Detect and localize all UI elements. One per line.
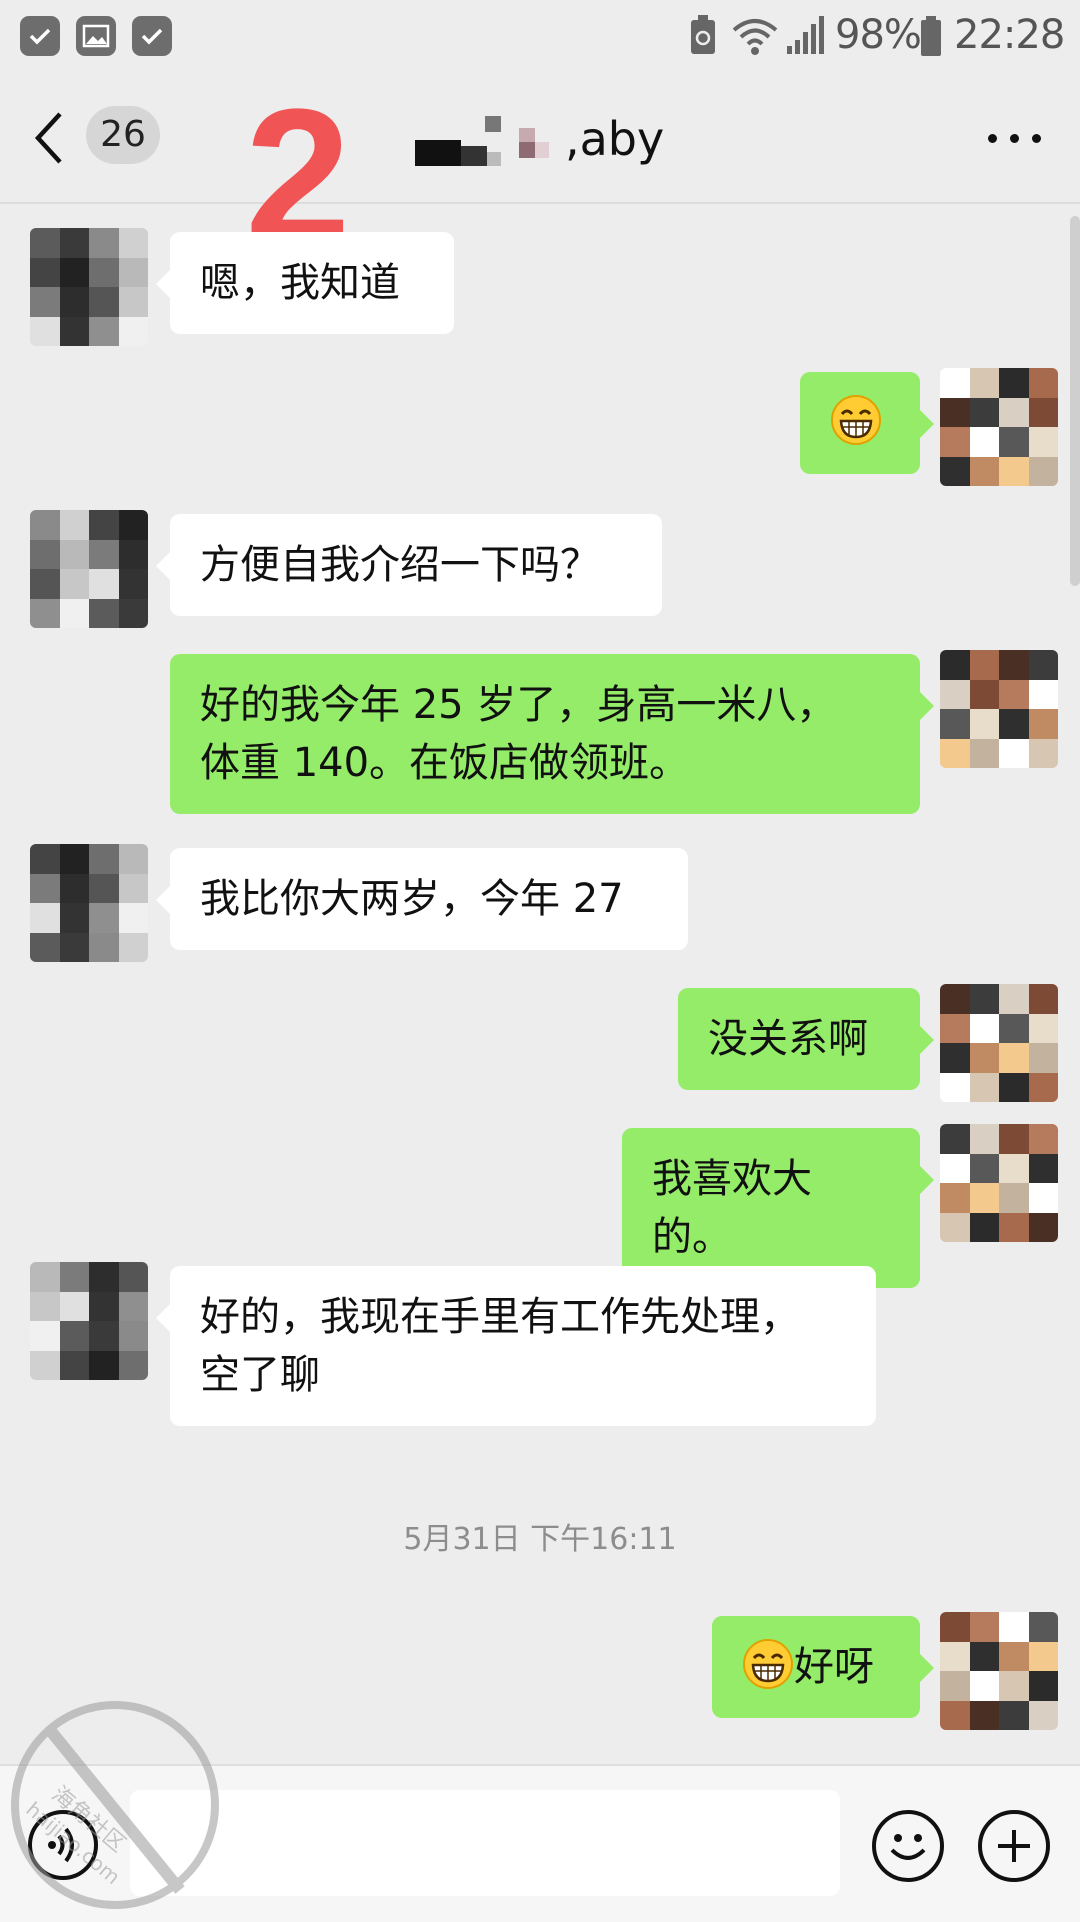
- unread-count-badge: 26: [86, 106, 160, 164]
- more-dot: [1032, 134, 1041, 143]
- outgoing-message-bubble[interactable]: 没关系啊: [678, 988, 934, 1090]
- redaction-mosaic: [519, 128, 535, 142]
- contact-avatar[interactable]: [30, 228, 148, 346]
- message-input[interactable]: [130, 1790, 840, 1896]
- message-text: 好的我今年 25 岁了，身高一米八， 体重 140。在饭店做领班。: [200, 682, 837, 786]
- signal-icon: [785, 14, 825, 62]
- battery-icon: [920, 14, 942, 62]
- redaction-mosaic: [535, 142, 549, 158]
- message-text: 嗯，我知道: [200, 260, 400, 306]
- outgoing-message-bubble[interactable]: [800, 372, 934, 474]
- chat-header: 26 2 ,aby: [0, 78, 1080, 271]
- more-dots-icon: [988, 134, 997, 143]
- incoming-message-bubble[interactable]: 好的，我现在手里有工作先处理， 空了聊: [156, 1266, 876, 1426]
- message-text: 我比你大两岁，今年 27: [200, 876, 624, 922]
- my-avatar[interactable]: [940, 984, 1058, 1102]
- redaction-mosaic: [461, 146, 487, 166]
- outgoing-message-bubble[interactable]: 我喜欢大的。: [622, 1128, 934, 1288]
- plus-button[interactable]: [978, 1810, 1050, 1882]
- timestamp: 5月31日 下午16:11: [403, 1522, 677, 1557]
- outgoing-message-bubble[interactable]: 好的我今年 25 岁了，身高一米八， 体重 140。在饭店做领班。: [170, 654, 934, 814]
- status-bar: 98% 22:28: [0, 0, 1080, 78]
- grin-emoji-icon: [743, 1639, 793, 1689]
- message-text: 好的，我现在手里有工作先处理， 空了聊: [200, 1294, 800, 1398]
- message-text: 好呀: [794, 1644, 874, 1690]
- redaction-mosaic: [415, 140, 461, 166]
- contact-avatar[interactable]: [30, 510, 148, 628]
- more-button[interactable]: [980, 114, 1050, 164]
- battery-percent: 98%: [835, 12, 922, 58]
- wifi-icon: [730, 14, 780, 62]
- chevron-left-icon: [34, 112, 62, 164]
- redaction-mosaic: [519, 142, 535, 158]
- redaction-mosaic: [487, 152, 501, 166]
- chat-message-list[interactable]: 嗯，我知道方便自我介绍一下吗？ 好的我今年 25 岁了，身高一米八， 体重 140…: [0, 204, 1080, 1764]
- contact-avatar[interactable]: [30, 1262, 148, 1380]
- redaction-mosaic: [485, 116, 501, 132]
- my-avatar[interactable]: [940, 368, 1058, 486]
- my-avatar[interactable]: [940, 1124, 1058, 1242]
- grin-emoji-icon: [831, 395, 881, 445]
- incoming-message-bubble[interactable]: 方便自我介绍一下吗？: [156, 514, 662, 616]
- image-icon: [76, 16, 116, 56]
- incoming-message-bubble[interactable]: 嗯，我知道: [156, 232, 454, 334]
- message-text: 我喜欢大的。: [652, 1156, 812, 1260]
- scrollbar[interactable]: [1070, 216, 1080, 586]
- emoji-button[interactable]: [872, 1810, 944, 1882]
- my-avatar[interactable]: [940, 650, 1058, 768]
- outgoing-message-bubble[interactable]: 好呀: [712, 1616, 934, 1718]
- back-button[interactable]: 26: [30, 102, 170, 172]
- check-bubble-icon: [132, 16, 172, 56]
- chat-title-text: ,aby: [565, 112, 665, 166]
- plus-icon: [998, 1830, 1030, 1862]
- message-text: 没关系啊: [708, 1016, 868, 1062]
- watermark-logo: 海角社区 haijiao.com: [11, 1701, 219, 1909]
- clock: 22:28: [954, 12, 1065, 58]
- smiley-icon: [890, 1834, 926, 1860]
- message-text: 方便自我介绍一下吗？: [200, 542, 600, 588]
- incoming-message-bubble[interactable]: 我比你大两岁，今年 27: [156, 848, 688, 950]
- more-dot: [1010, 134, 1019, 143]
- my-avatar[interactable]: [940, 1612, 1058, 1730]
- battery-saver-icon: [688, 14, 718, 62]
- check-bubble-icon: [20, 16, 60, 56]
- contact-avatar[interactable]: [30, 844, 148, 962]
